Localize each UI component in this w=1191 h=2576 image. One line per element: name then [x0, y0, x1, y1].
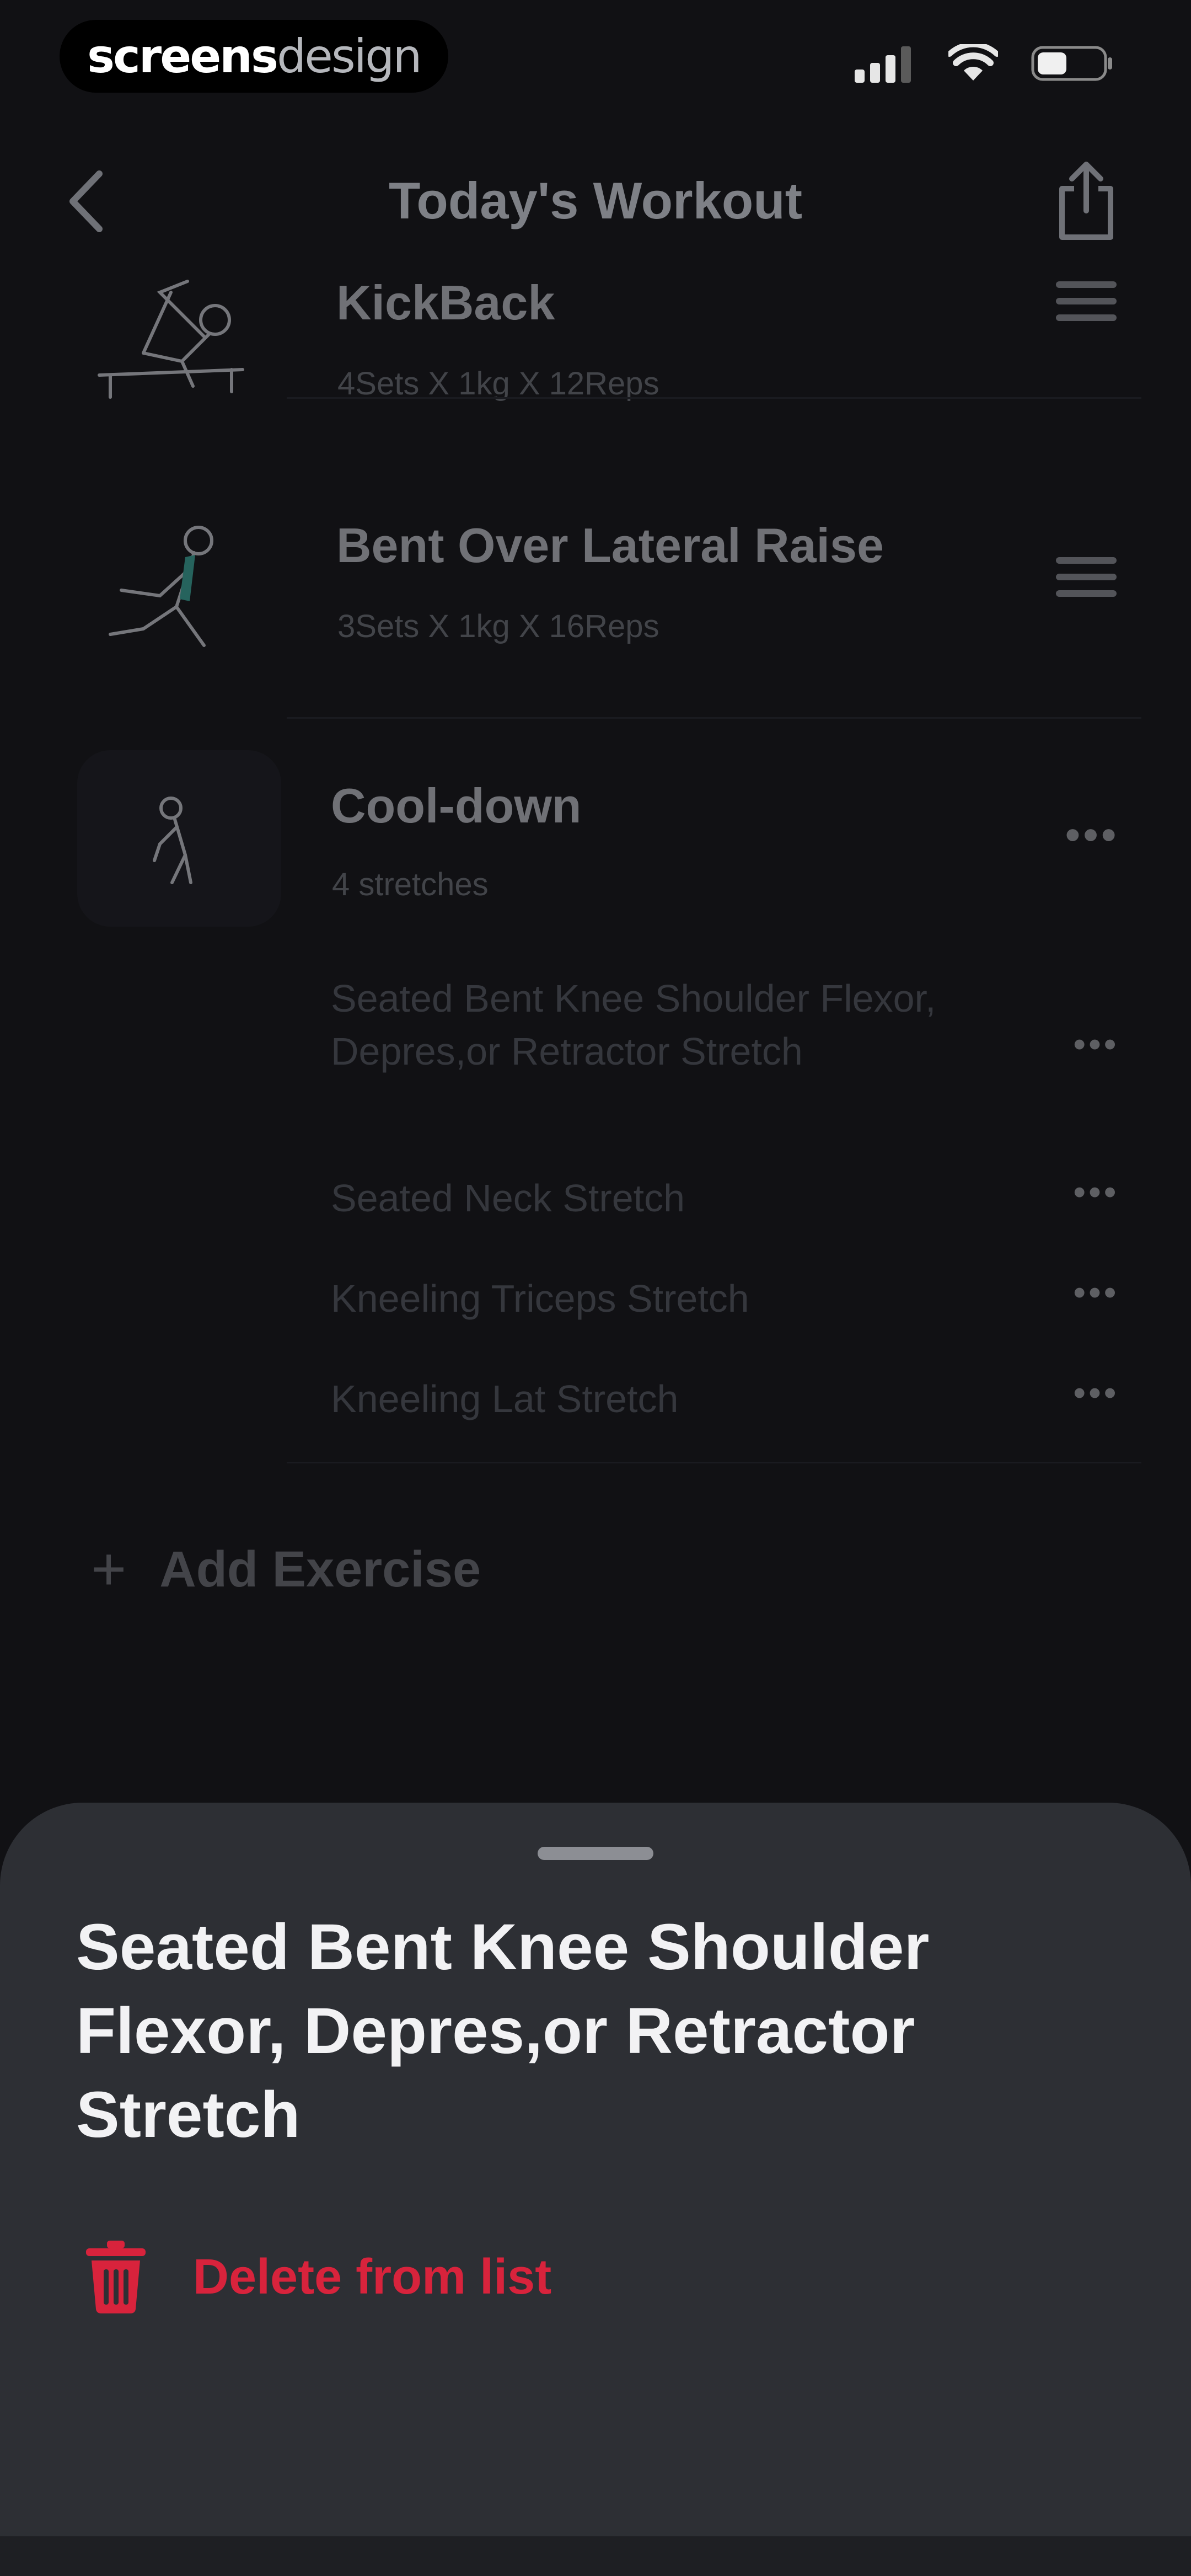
watermark-bold-text: screens — [87, 29, 278, 83]
drag-handle-icon[interactable] — [1056, 557, 1117, 607]
battery-icon — [1031, 46, 1112, 81]
cooldown-title: Cool-down — [331, 778, 582, 833]
sheet-grabber-handle[interactable] — [538, 1847, 653, 1860]
plus-icon: + — [91, 1535, 127, 1603]
exercise-name: KickBack — [336, 275, 555, 330]
cooldown-subtitle: 4 stretches — [332, 867, 489, 902]
screensdesign-watermark: screens design — [60, 20, 448, 93]
trash-icon — [86, 2241, 146, 2313]
exercise-row-bent-over-lateral-raise[interactable]: Bent Over Lateral Raise 3Sets X 1kg X 16… — [0, 485, 1191, 717]
sheet-title: Seated Bent Knee Shoulder Flexor, Depres… — [76, 1911, 930, 2151]
cellular-signal-icon — [855, 46, 911, 83]
exercise-name: Bent Over Lateral Raise — [336, 518, 884, 573]
row-divider — [287, 717, 1141, 719]
app-root: screens design Today's Workout KickBack … — [0, 0, 1191, 2576]
kickback-illustration — [98, 280, 244, 399]
action-sheet[interactable]: Seated Bent Knee Shoulder Flexor, Depres… — [0, 1803, 1191, 2536]
page-title: Today's Workout — [388, 172, 803, 229]
stretch-item[interactable]: Kneeling Lat Stretch — [331, 1372, 937, 1425]
watermark-light-text: design — [276, 29, 422, 83]
more-options-icon[interactable]: ••• — [1065, 811, 1119, 859]
wifi-icon — [948, 44, 998, 81]
stretch-item[interactable]: Kneeling Triceps Stretch — [331, 1272, 937, 1325]
home-indicator-area — [0, 2536, 1191, 2576]
row-divider — [287, 1462, 1141, 1463]
delete-from-list-button[interactable]: Delete from list — [83, 2238, 551, 2316]
add-exercise-label: Add Exercise — [159, 1541, 481, 1597]
stretch-item[interactable]: Seated Bent Knee Shoulder Flexor, Depres… — [331, 972, 937, 1078]
exercise-details: 4Sets X 1kg X 12Reps — [337, 366, 659, 402]
stretch-illustration — [153, 797, 192, 884]
stretch-item[interactable]: Seated Neck Stretch — [331, 1172, 937, 1225]
share-icon[interactable] — [1048, 160, 1125, 243]
drag-handle-icon[interactable] — [1056, 281, 1117, 331]
row-divider — [287, 397, 1141, 399]
more-options-icon[interactable]: ••• — [1074, 1173, 1119, 1212]
cooldown-thumbnail — [77, 750, 281, 927]
lateral-raise-illustration — [109, 526, 213, 647]
add-exercise-button[interactable]: + Add Exercise — [91, 1539, 481, 1600]
delete-label: Delete from list — [193, 2249, 552, 2305]
status-icons — [855, 44, 1114, 83]
exercise-row-kickback[interactable]: KickBack 4Sets X 1kg X 12Reps — [0, 243, 1191, 474]
more-options-icon[interactable]: ••• — [1074, 1273, 1119, 1312]
exercise-details: 3Sets X 1kg X 16Reps — [337, 608, 659, 644]
more-options-icon[interactable]: ••• — [1074, 1373, 1119, 1413]
more-options-icon[interactable]: ••• — [1074, 1025, 1119, 1064]
